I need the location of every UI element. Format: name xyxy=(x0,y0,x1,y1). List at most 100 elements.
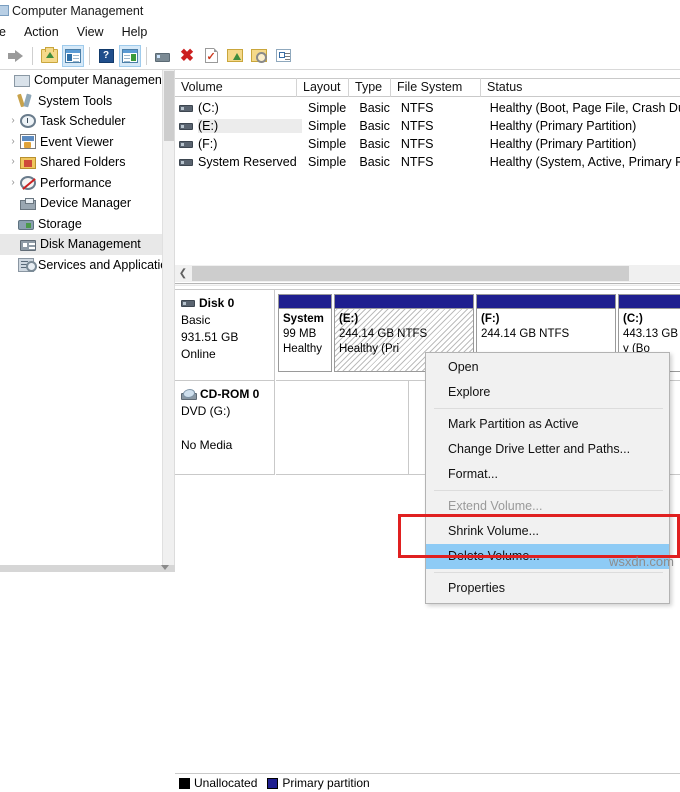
disk-title: Disk 0 xyxy=(181,295,268,312)
rescan-disks-icon[interactable] xyxy=(152,45,174,67)
show-hide-console-tree-icon[interactable] xyxy=(62,45,84,67)
disk-info-panel[interactable]: CD-ROM 0 DVD (G:) No Media xyxy=(175,381,275,475)
legend-item-unallocated: Unallocated xyxy=(179,776,257,790)
table-row[interactable]: (C:) Simple Basic NTFS Healthy (Boot, Pa… xyxy=(175,99,680,117)
legend-label: Primary partition xyxy=(282,776,369,790)
scrollbar-thumb[interactable] xyxy=(192,266,629,281)
console-tree[interactable]: Computer Management (Local System Tools … xyxy=(0,70,162,565)
volume-list-header: Volume Layout Type File System Status xyxy=(175,78,680,97)
partition-label: (F:) xyxy=(481,312,611,327)
show-hide-action-pane-icon[interactable] xyxy=(119,45,141,67)
properties-check-icon[interactable] xyxy=(200,45,222,67)
context-menu-item-change-drive-letter-and-paths[interactable]: Change Drive Letter and Paths... xyxy=(426,437,669,462)
sidebar-item-performance[interactable]: › Performance xyxy=(0,173,162,194)
folder-search-icon[interactable] xyxy=(248,45,270,67)
column-header-file-system[interactable]: File System xyxy=(391,78,481,97)
context-menu-separator xyxy=(434,572,663,573)
context-menu-separator xyxy=(434,490,663,491)
cell-status: Healthy (Primary Partition) xyxy=(484,137,680,151)
cell-status: Healthy (Boot, Page File, Crash Dump, Pr… xyxy=(484,101,680,115)
partition-header-bar xyxy=(335,295,473,309)
cell-type: Basic xyxy=(353,101,395,115)
volume-icon xyxy=(179,105,193,112)
sidebar-item-device-manager[interactable]: Device Manager xyxy=(0,193,162,214)
delete-icon[interactable]: ✖ xyxy=(176,45,198,67)
tree-twisty[interactable]: › xyxy=(6,157,20,167)
column-header-volume[interactable]: Volume xyxy=(175,78,297,97)
partition-status: Healthy xyxy=(283,342,327,357)
column-header-layout[interactable]: Layout xyxy=(297,78,349,97)
sidebar-item-event-viewer[interactable]: › Event Viewer xyxy=(0,132,162,153)
cell-file-system: NTFS xyxy=(395,155,484,169)
scrollbar-thumb[interactable] xyxy=(164,71,174,141)
tree-twisty[interactable]: › xyxy=(6,137,20,147)
partition-label: (E:) xyxy=(339,312,469,327)
context-menu-item-open[interactable]: Open xyxy=(426,355,669,380)
legend-swatch-unallocated xyxy=(179,778,190,789)
context-menu-item-properties[interactable]: Properties xyxy=(426,576,669,601)
partition-size: 244.14 GB NTFS xyxy=(339,327,469,342)
pane-divider[interactable] xyxy=(175,283,680,286)
cell-status: Healthy (System, Active, Primary Partiti… xyxy=(484,155,680,169)
disk-title: CD-ROM 0 xyxy=(181,386,268,403)
help-icon[interactable]: ? xyxy=(95,45,117,67)
context-menu-item-format[interactable]: Format... xyxy=(426,462,669,487)
column-header-status[interactable]: Status xyxy=(481,78,680,97)
cell-type: Basic xyxy=(353,137,395,151)
sidebar-item-task-scheduler[interactable]: › Task Scheduler xyxy=(0,111,162,132)
sidebar-item-system-tools[interactable]: System Tools xyxy=(0,91,162,112)
partition-system-reserved[interactable]: System 99 MB Healthy xyxy=(278,294,332,372)
event-log-icon xyxy=(20,134,36,149)
context-menu-item-shrink-volume[interactable]: Shrink Volume... xyxy=(426,519,669,544)
volume-list-horizontal-scrollbar[interactable]: ❮ xyxy=(175,265,680,282)
detail-view-icon[interactable] xyxy=(272,45,294,67)
bottom-strip xyxy=(0,565,175,572)
menu-bar: e Action View Help xyxy=(0,22,680,42)
sidebar-item-shared-folders[interactable]: › Shared Folders xyxy=(0,152,162,173)
legend-swatch-primary-partition xyxy=(267,778,278,789)
disk-status: No Media xyxy=(181,437,268,454)
context-menu-item-mark-partition-as-active[interactable]: Mark Partition as Active xyxy=(426,412,669,437)
scroll-left-arrow[interactable]: ❮ xyxy=(175,265,191,282)
cd-rom-icon xyxy=(181,389,196,400)
device-manager-icon xyxy=(20,200,36,210)
menu-file[interactable]: e xyxy=(0,23,15,41)
disk-type: Basic xyxy=(181,312,268,329)
cell-volume: (E:) xyxy=(198,119,302,133)
sidebar-item-label: Performance xyxy=(40,176,112,190)
tree-twisty[interactable]: › xyxy=(6,178,20,188)
cell-layout: Simple xyxy=(302,155,353,169)
legend-item-primary-partition: Primary partition xyxy=(267,776,369,790)
cell-type: Basic xyxy=(353,119,395,133)
sidebar-item-disk-management[interactable]: Disk Management xyxy=(0,234,162,255)
menu-action[interactable]: Action xyxy=(15,23,68,41)
table-row[interactable]: (F:) Simple Basic NTFS Healthy (Primary … xyxy=(175,135,680,153)
tree-vertical-scrollbar[interactable] xyxy=(162,70,174,565)
volume-icon xyxy=(179,159,193,166)
context-menu-item-explore[interactable]: Explore xyxy=(426,380,669,405)
table-row[interactable]: System Reserved Simple Basic NTFS Health… xyxy=(175,153,680,171)
services-icon xyxy=(18,258,34,272)
computer-icon xyxy=(14,75,30,87)
forward-arrow-icon[interactable] xyxy=(5,45,27,67)
menu-help[interactable]: Help xyxy=(113,23,157,41)
window-icon xyxy=(0,4,8,18)
disk-info-panel[interactable]: Disk 0 Basic 931.51 GB Online xyxy=(175,290,275,381)
table-row[interactable]: (E:) Simple Basic NTFS Healthy (Primary … xyxy=(175,117,680,135)
sidebar-item-label: Shared Folders xyxy=(40,155,125,169)
sidebar-item-services-and-applications[interactable]: Services and Applications xyxy=(0,255,162,276)
partition-legend: Unallocated Primary partition xyxy=(175,773,680,792)
disk-name: CD-ROM 0 xyxy=(200,386,259,403)
up-one-level-icon[interactable] xyxy=(38,45,60,67)
volume-icon xyxy=(179,123,193,130)
performance-icon xyxy=(20,176,36,190)
cell-file-system: NTFS xyxy=(395,101,484,115)
menu-view[interactable]: View xyxy=(68,23,113,41)
sidebar-item-storage[interactable]: Storage xyxy=(0,214,162,235)
column-header-type[interactable]: Type xyxy=(349,78,391,97)
window-title-bar: Computer Management xyxy=(0,0,680,22)
folder-up-icon[interactable] xyxy=(224,45,246,67)
clock-icon xyxy=(20,114,36,128)
tree-twisty[interactable]: › xyxy=(6,116,20,126)
sidebar-item-computer-management[interactable]: Computer Management (Local xyxy=(0,70,162,91)
